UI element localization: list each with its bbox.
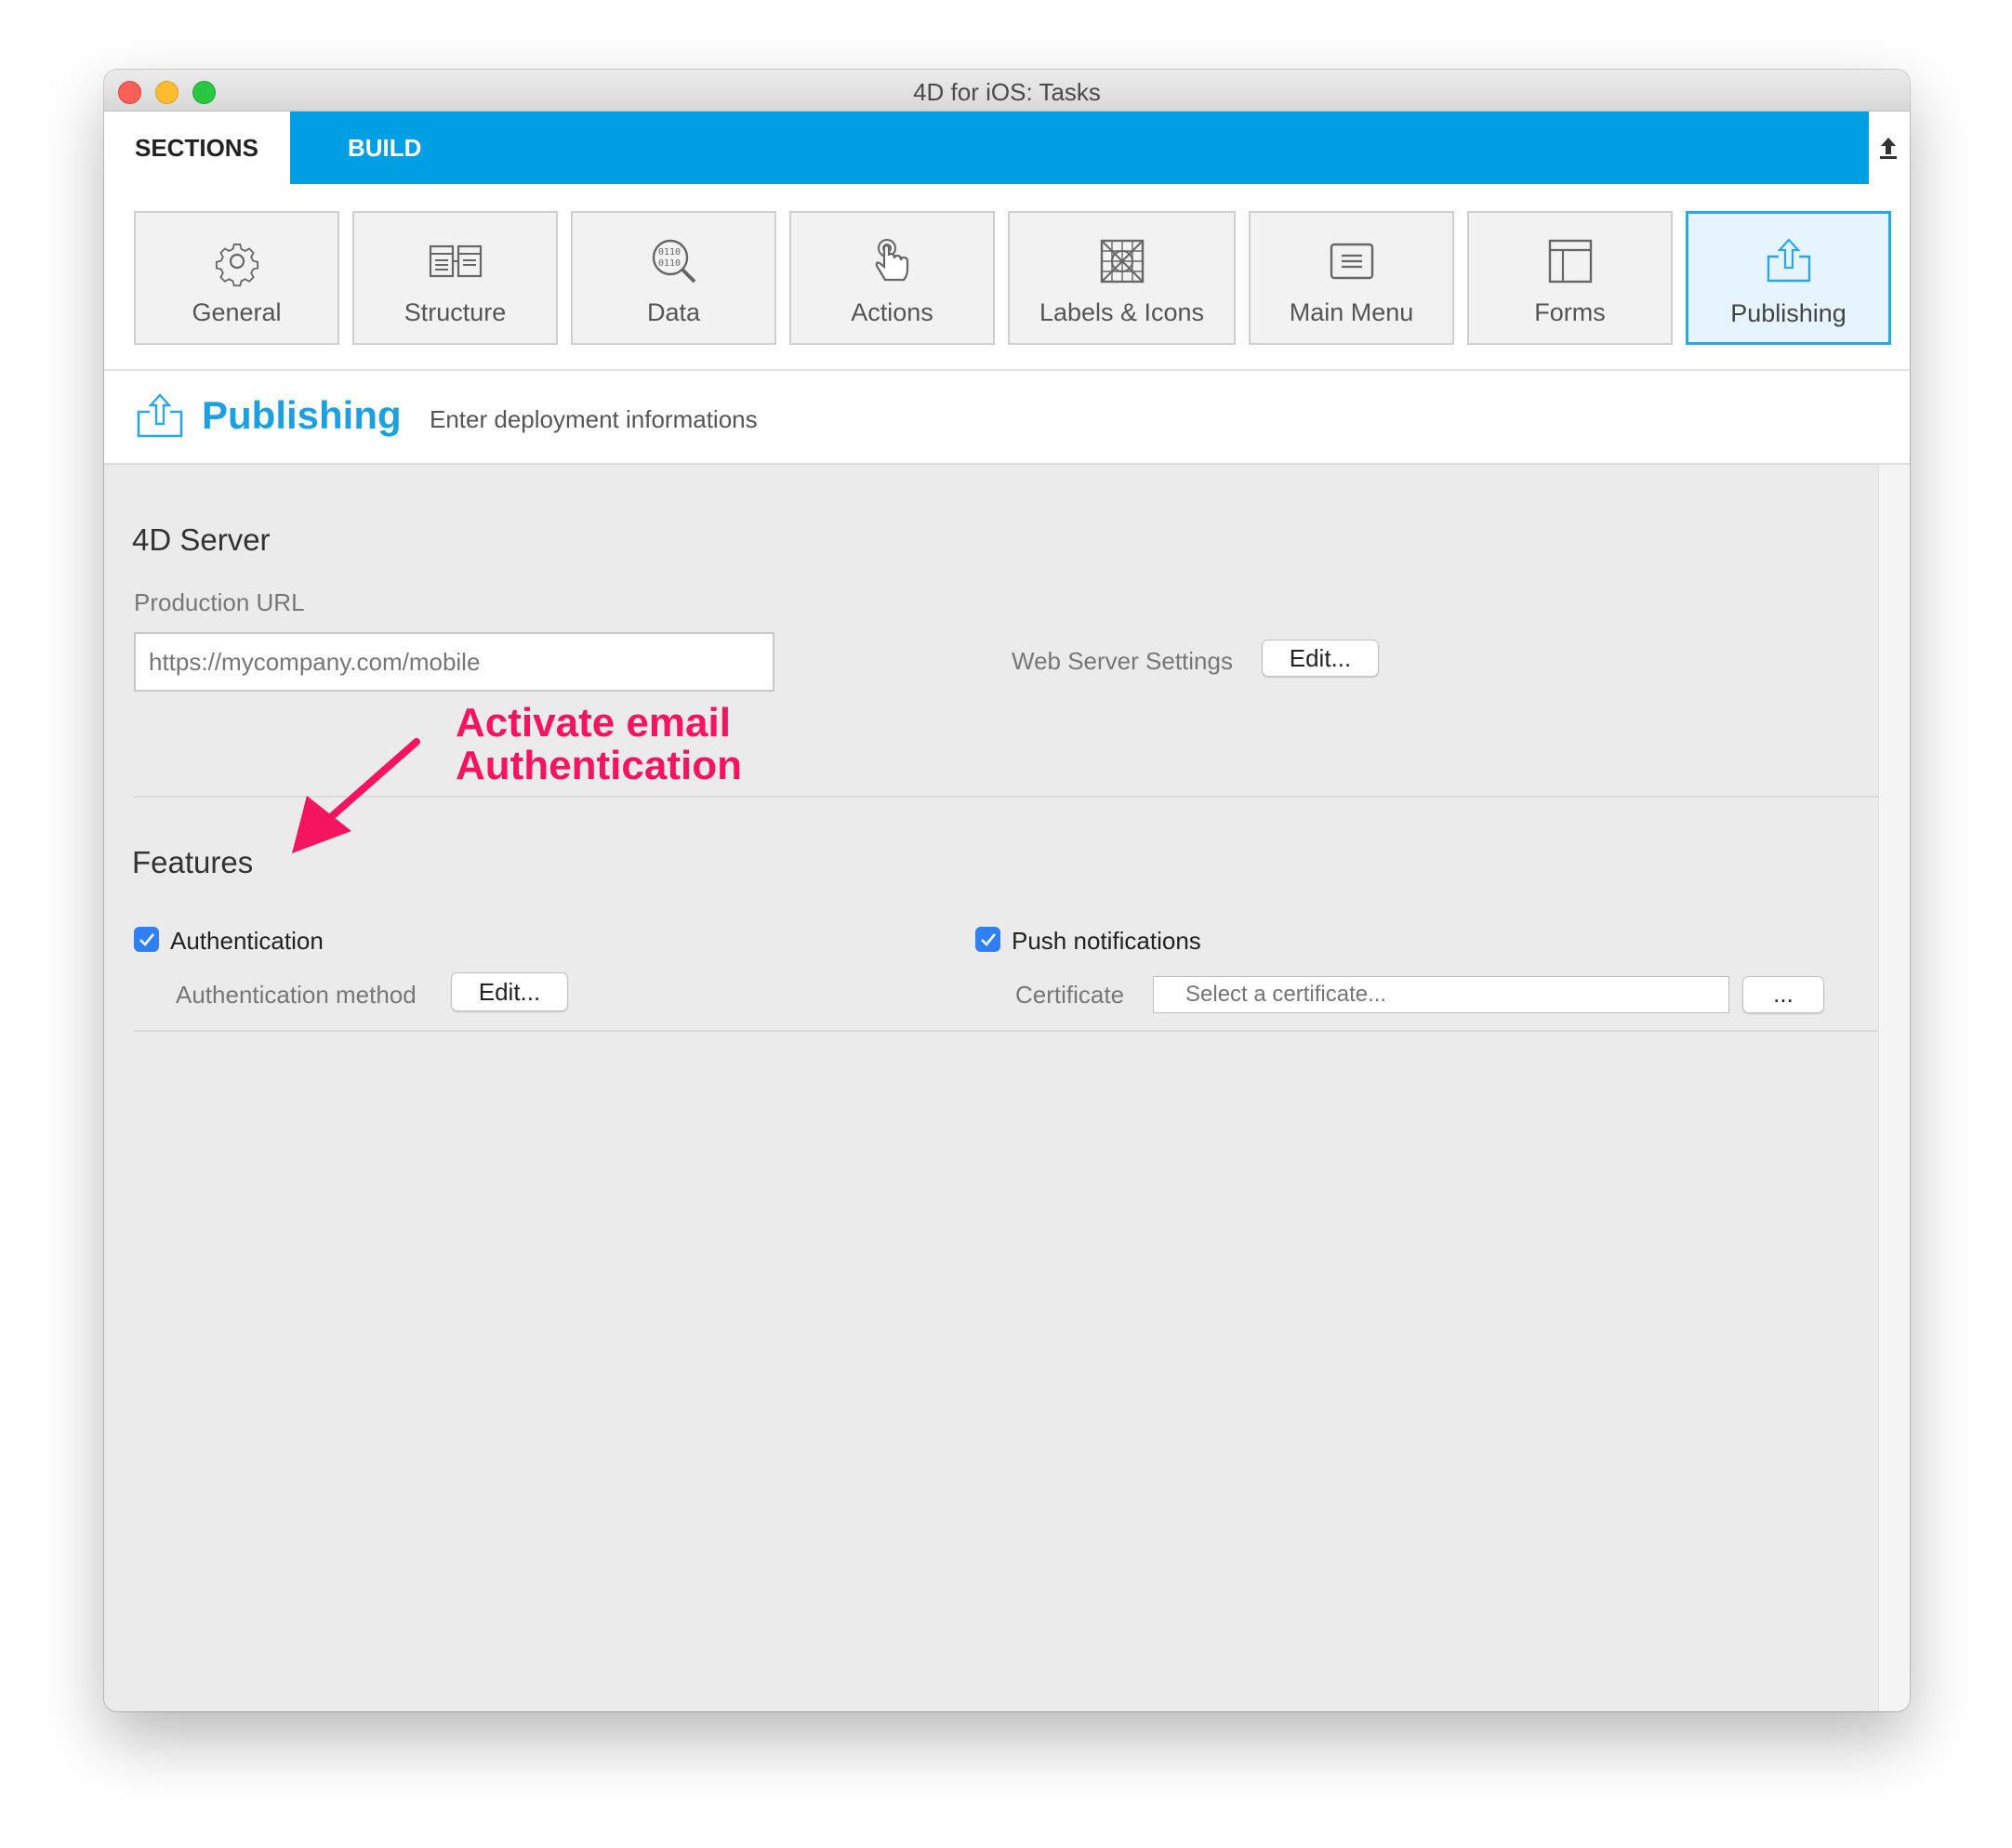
features-divider — [134, 1030, 1878, 1032]
title-bar: 4D for iOS: Tasks — [104, 70, 1910, 112]
production-url-label: Production URL — [134, 588, 305, 616]
section-tile-publishing[interactable]: Publishing — [1686, 211, 1891, 345]
section-label-structure: Structure — [404, 298, 507, 326]
svg-text:0110: 0110 — [658, 247, 681, 257]
production-url-input[interactable] — [134, 632, 774, 692]
certificate-label: Certificate — [1015, 981, 1125, 1009]
tab-sections[interactable]: SECTIONS — [104, 112, 290, 184]
section-label-labels-icons: Labels & Icons — [1039, 298, 1205, 326]
annotation-line-2: Authentication — [456, 743, 742, 788]
annotation-arrow-icon — [279, 734, 428, 865]
section-label-forms: Forms — [1534, 298, 1606, 326]
section-label-actions: Actions — [851, 298, 933, 326]
main-menu-icon — [1251, 235, 1452, 287]
labels-icons-grid-icon — [1010, 235, 1234, 287]
certificate-input[interactable] — [1153, 976, 1729, 1013]
section-label-publishing: Publishing — [1730, 299, 1847, 327]
features-section-title: Features — [132, 845, 254, 879]
web-server-edit-button[interactable]: Edit... — [1262, 640, 1379, 677]
gear-icon — [136, 235, 338, 287]
structure-icon — [354, 235, 556, 287]
page-title: Publishing — [202, 393, 402, 437]
server-section-title: 4D Server — [132, 522, 271, 557]
page-header: Publishing Enter deployment informations — [104, 371, 1910, 465]
push-notifications-checkbox[interactable] — [975, 927, 1000, 952]
section-tile-actions[interactable]: Actions — [789, 211, 995, 345]
app-window: 4D for iOS: Tasks SECTIONS BUILD General — [104, 70, 1910, 1711]
section-tile-main-menu[interactable]: Main Menu — [1249, 211, 1454, 345]
section-tile-labels-icons[interactable]: Labels & Icons — [1008, 211, 1236, 345]
section-tile-forms[interactable]: Forms — [1467, 211, 1673, 345]
push-notifications-label[interactable]: Push notifications — [1012, 927, 1201, 956]
top-tab-bar: SECTIONS BUILD — [104, 112, 1910, 184]
vertical-scrollbar[interactable] — [1878, 465, 1910, 1711]
page-subtitle: Enter deployment informations — [430, 405, 758, 433]
section-label-main-menu: Main Menu — [1289, 298, 1414, 326]
publishing-content: 4D Server Production URL Web Server Sett… — [104, 465, 1878, 1711]
hand-pointer-icon — [791, 235, 993, 287]
svg-text:0110: 0110 — [658, 258, 681, 269]
tab-build[interactable]: BUILD — [348, 112, 421, 184]
section-tile-structure[interactable]: Structure — [352, 211, 558, 345]
publishing-upload-icon — [1688, 236, 1888, 288]
collapse-arrow-icon[interactable] — [1876, 134, 1900, 162]
build-tab-strip: BUILD — [290, 112, 1869, 184]
web-server-settings-label: Web Server Settings — [1012, 647, 1233, 675]
certificate-browse-button[interactable]: ... — [1742, 976, 1824, 1013]
annotation-line-1: Activate email — [456, 700, 731, 746]
section-tile-general[interactable]: General — [134, 211, 339, 345]
window-title: 4D for iOS: Tasks — [913, 78, 1101, 106]
section-label-data: Data — [646, 298, 701, 326]
authentication-method-edit-button[interactable]: Edit... — [451, 972, 568, 1011]
forms-layout-icon — [1469, 235, 1671, 287]
publishing-header-icon — [136, 393, 184, 440]
authentication-label[interactable]: Authentication — [170, 927, 324, 956]
annotation-callout: Activate email Authentication — [456, 702, 742, 787]
authentication-method-label: Authentication method — [176, 981, 417, 1009]
section-tile-data[interactable]: 0110 0110 Data — [571, 211, 776, 345]
data-magnifier-icon: 0110 0110 — [573, 235, 774, 287]
section-label-general: General — [192, 298, 282, 326]
authentication-checkbox[interactable] — [134, 927, 159, 952]
sections-toolbar: General Structure 0110 0110 Data Actions… — [104, 184, 1910, 371]
